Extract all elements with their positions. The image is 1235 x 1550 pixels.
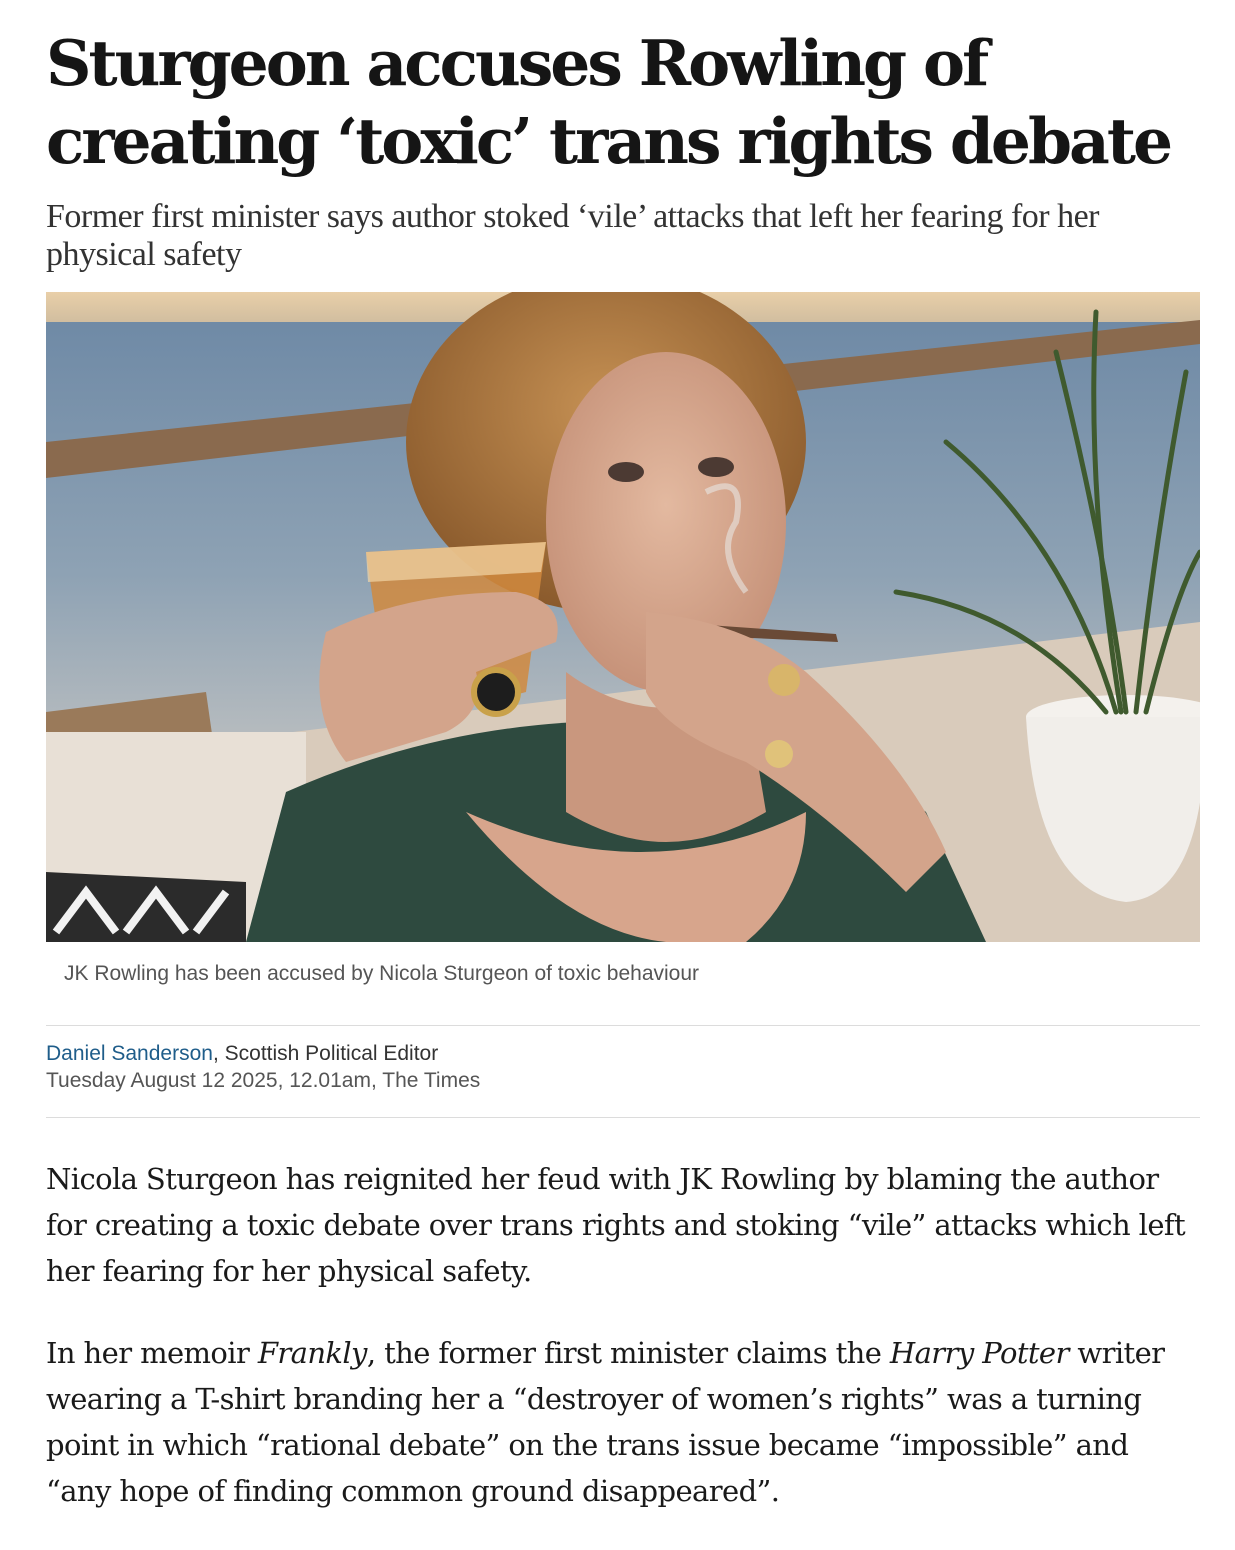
divider-top	[46, 1025, 1200, 1026]
byline-separator: ,	[212, 1042, 219, 1065]
author-role: Scottish Political Editor	[224, 1042, 439, 1065]
book-title-frankly: Frankly	[257, 1336, 368, 1370]
photo-caption: JK Rowling has been accused by Nicola St…	[64, 962, 700, 985]
book-title-harry-potter: Harry Potter	[889, 1336, 1069, 1370]
photo-illustration	[46, 292, 1200, 942]
body-text-span: , the former first minister claims the	[366, 1336, 890, 1370]
article-body: Nicola Sturgeon has reignited her feud w…	[46, 1156, 1196, 1550]
body-paragraph-1: Nicola Sturgeon has reignited her feud w…	[46, 1162, 1186, 1288]
divider-bottom	[46, 1117, 1200, 1118]
body-text-span: In her memoir	[46, 1336, 258, 1370]
article: Sturgeon accuses Rowling of creating ‘to…	[46, 0, 1200, 1508]
body-paragraph-2: In her memoir Frankly, the former first …	[46, 1330, 1196, 1514]
article-photo[interactable]	[46, 292, 1200, 942]
byline: Daniel Sanderson, Scottish Political Edi…	[46, 1040, 480, 1094]
standfirst: Former first minister says author stoked…	[46, 198, 1100, 273]
headline: Sturgeon accuses Rowling of creating ‘to…	[46, 26, 1173, 178]
publish-date: Tuesday August 12 2025, 12.01am, The Tim…	[46, 1069, 481, 1092]
byline-author-line: Daniel Sanderson, Scottish Political Edi…	[46, 1040, 480, 1067]
author-link[interactable]: Daniel Sanderson	[46, 1042, 213, 1065]
